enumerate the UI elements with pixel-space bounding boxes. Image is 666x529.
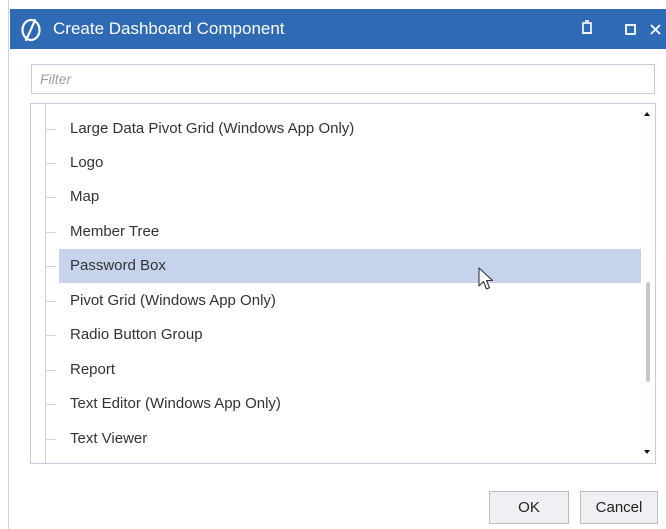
tree-branch-line — [45, 301, 56, 302]
tree-branch-line — [45, 370, 56, 371]
maximize-icon[interactable] — [621, 19, 641, 39]
mouse-pointer-icon — [478, 267, 494, 290]
tree-item-label: Password Box — [70, 257, 166, 274]
tree-item-label: Text Viewer — [70, 430, 148, 447]
cancel-button[interactable]: Cancel — [580, 491, 658, 524]
tree-item-text-viewer[interactable]: Text Viewer — [31, 422, 639, 456]
pin-icon[interactable] — [577, 19, 597, 39]
tree-branch-line — [45, 404, 56, 405]
tree-item-password-box[interactable]: Password Box — [31, 249, 641, 283]
tree-item-text-editor[interactable]: Text Editor (Windows App Only) — [31, 387, 639, 421]
ok-button[interactable]: OK — [489, 491, 569, 524]
tree-branch-line — [45, 335, 56, 336]
tree-scrollbar[interactable] — [641, 104, 655, 463]
close-icon[interactable] — [646, 19, 666, 39]
tree-item-label: Member Tree — [70, 223, 160, 240]
dialog-title: Create Dashboard Component — [53, 19, 285, 38]
scroll-thumb[interactable] — [646, 282, 650, 382]
tree-branch-line — [45, 266, 56, 267]
tree-item-label: Radio Button Group — [70, 326, 203, 343]
tree-item-label: Text Editor (Windows App Only) — [70, 395, 281, 412]
create-dashboard-component-dialog: Create Dashboard Component Large Data Pi… — [0, 0, 666, 529]
tree-item-pivot-grid[interactable]: Pivot Grid (Windows App Only) — [31, 284, 639, 318]
tree-branch-line — [45, 129, 56, 130]
dialog-left-edge — [0, 0, 9, 529]
tree-branch-line — [45, 163, 56, 164]
component-tree[interactable]: Large Data Pivot Grid (Windows App Only)… — [30, 103, 656, 464]
tree-item-label: Map — [70, 188, 100, 205]
scroll-down-arrow-icon[interactable] — [644, 450, 650, 454]
tree-item-large-data-pivot-grid[interactable]: Large Data Pivot Grid (Windows App Only) — [31, 112, 639, 146]
tree-item-member-tree[interactable]: Member Tree — [31, 215, 639, 249]
tree-item-label: Logo — [70, 154, 104, 171]
onestream-logo-icon — [21, 18, 41, 42]
title-bar[interactable]: Create Dashboard Component — [10, 9, 666, 49]
tree-item-label: Pivot Grid (Windows App Only) — [70, 292, 276, 309]
filter-input[interactable] — [31, 64, 655, 94]
tree-item-label: Large Data Pivot Grid (Windows App Only) — [70, 120, 355, 137]
tree-branch-line — [45, 197, 56, 198]
tree-item-map[interactable]: Map — [31, 180, 639, 214]
tree-item-radio-button-group[interactable]: Radio Button Group — [31, 318, 639, 352]
tree-item-logo[interactable]: Logo — [31, 146, 639, 180]
tree-item-label: Report — [70, 361, 116, 378]
tree-item-report[interactable]: Report — [31, 353, 639, 387]
scroll-up-arrow-icon[interactable] — [644, 112, 650, 116]
tree-branch-line — [45, 232, 56, 233]
tree-branch-line — [45, 439, 56, 440]
